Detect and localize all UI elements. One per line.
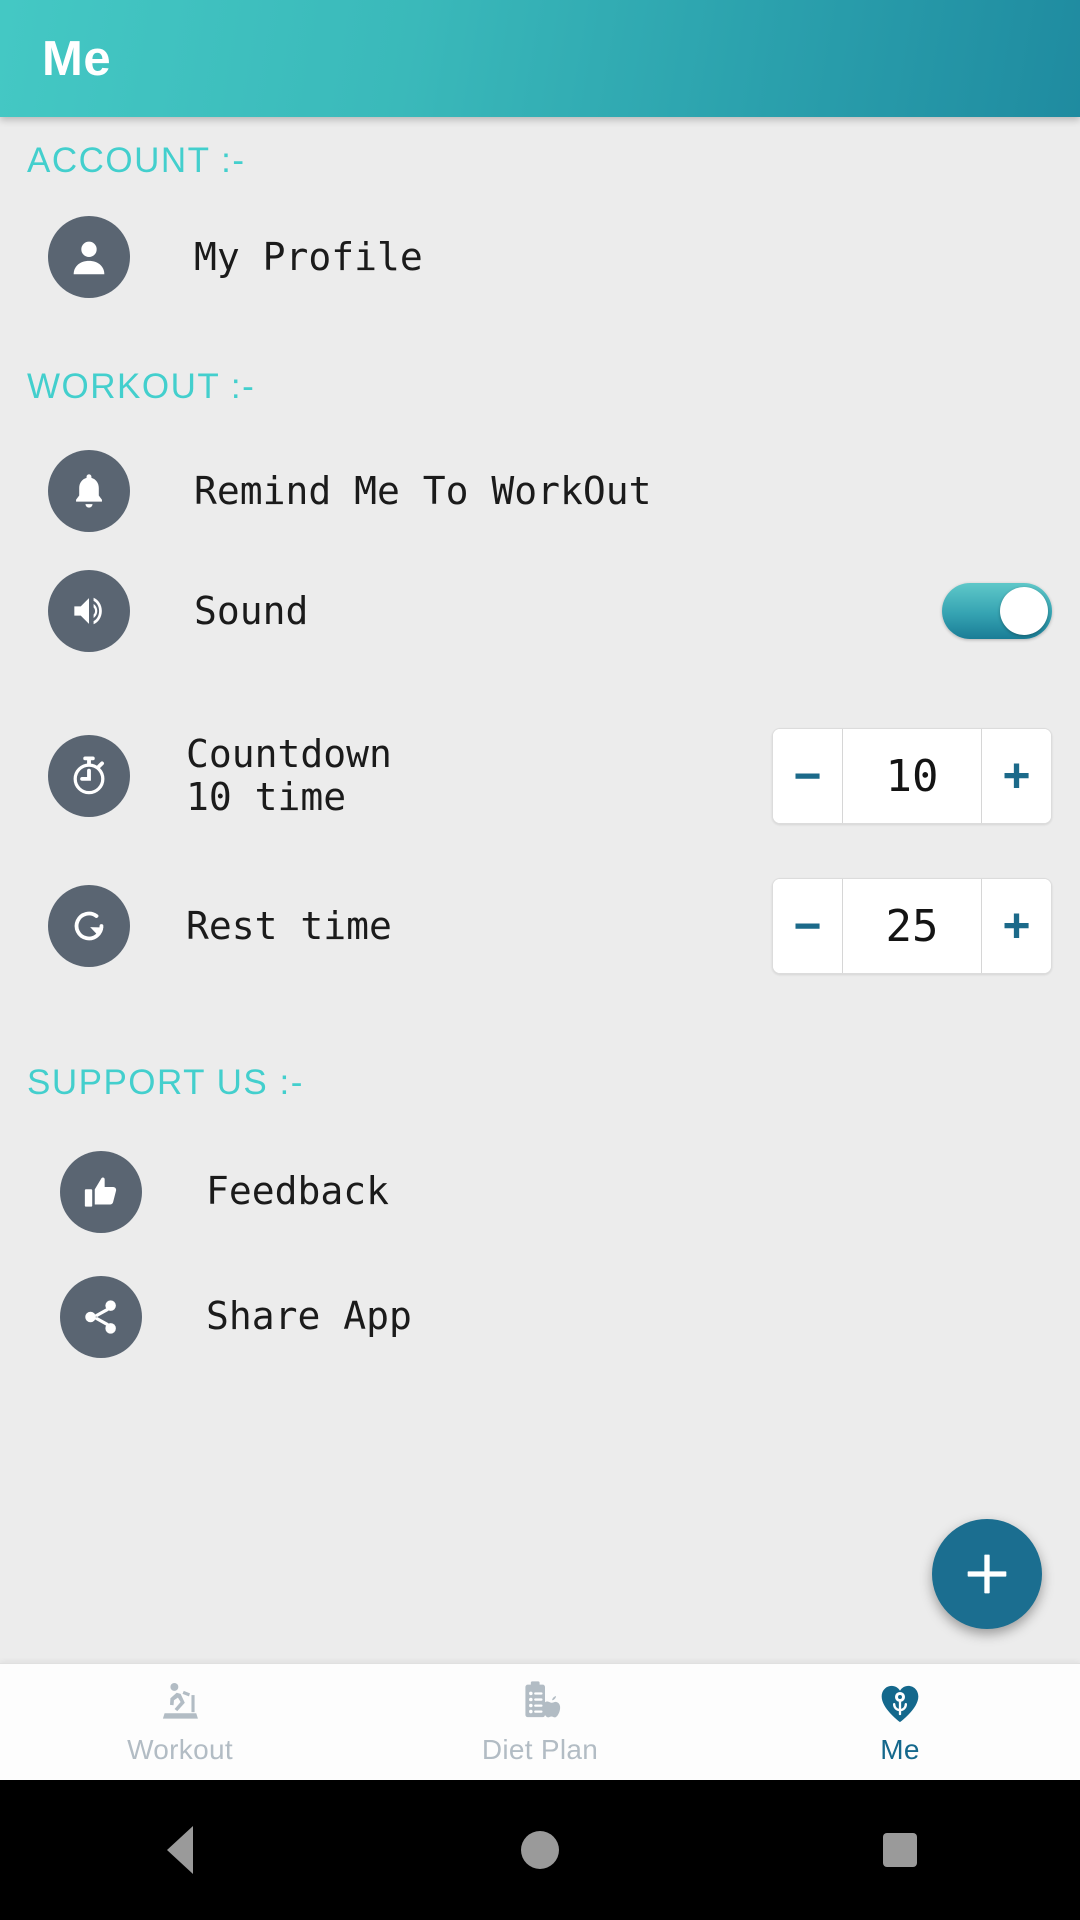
- countdown-value: 10: [843, 729, 981, 823]
- app-bar: Me: [0, 0, 1080, 117]
- refresh-icon: [48, 885, 130, 967]
- toggle-knob: [1000, 587, 1048, 635]
- rest-time-stepper[interactable]: − 25 +: [772, 878, 1052, 974]
- row-label-sound: Sound: [194, 588, 309, 633]
- speaker-icon: [48, 570, 130, 652]
- back-icon: [167, 1826, 193, 1874]
- share-icon: [60, 1275, 142, 1358]
- row-rest-time[interactable]: Rest time − 25 +: [0, 851, 1080, 1001]
- countdown-increment-button[interactable]: +: [981, 729, 1051, 823]
- system-recents-button[interactable]: [720, 1833, 1080, 1867]
- stopwatch-icon: [48, 735, 130, 817]
- row-label-remind: Remind Me To WorkOut: [194, 468, 652, 513]
- row-label-share-app: Share App: [206, 1294, 412, 1339]
- app-root: Me ACCOUNT :- My Profile WORKOUT :- Remi…: [0, 0, 1080, 1920]
- row-countdown[interactable]: Countdown 10 time − 10 +: [0, 701, 1080, 851]
- row-sound[interactable]: Sound: [0, 551, 1080, 671]
- rest-time-decrement-button[interactable]: −: [773, 879, 843, 973]
- home-icon: [521, 1831, 559, 1869]
- android-system-nav-bar: [0, 1780, 1080, 1920]
- nav-label-me: Me: [880, 1734, 920, 1765]
- nav-label-diet-plan: Diet Plan: [481, 1734, 599, 1765]
- section-header-workout: WORKOUT :-: [27, 367, 256, 406]
- treadmill-icon: [162, 1683, 198, 1719]
- nav-tab-me[interactable]: Me: [720, 1664, 1080, 1780]
- settings-scroll-area: ACCOUNT :- My Profile WORKOUT :- Remind …: [0, 117, 1080, 1663]
- section-header-support-us: SUPPORT US :-: [27, 1063, 304, 1102]
- countdown-decrement-button[interactable]: −: [773, 729, 843, 823]
- row-label-countdown: Countdown 10 time: [186, 732, 392, 819]
- row-feedback[interactable]: Feedback: [0, 1129, 1080, 1254]
- row-share-app[interactable]: Share App: [0, 1254, 1080, 1379]
- nav-tab-workout[interactable]: Workout: [0, 1664, 360, 1780]
- row-label-feedback: Feedback: [206, 1169, 390, 1214]
- row-my-profile[interactable]: My Profile: [0, 197, 1080, 317]
- page-title: Me: [42, 31, 112, 86]
- bottom-navigation: Workout Diet Plan Me: [0, 1663, 1080, 1780]
- rest-time-value: 25: [843, 879, 981, 973]
- rest-time-increment-button[interactable]: +: [981, 879, 1051, 973]
- row-label-rest-time: Rest time: [186, 903, 392, 948]
- add-button-fab[interactable]: [932, 1519, 1042, 1629]
- sound-toggle[interactable]: [942, 583, 1052, 639]
- recents-icon: [883, 1833, 917, 1867]
- bell-icon: [48, 450, 130, 532]
- nav-tab-diet-plan[interactable]: Diet Plan: [360, 1664, 720, 1780]
- row-label-my-profile: My Profile: [194, 234, 423, 279]
- section-header-account: ACCOUNT :-: [27, 141, 246, 180]
- countdown-stepper[interactable]: − 10 +: [772, 728, 1052, 824]
- system-home-button[interactable]: [360, 1831, 720, 1869]
- clipboard-apple-icon: [525, 1681, 561, 1718]
- row-remind-me-to-workout[interactable]: Remind Me To WorkOut: [0, 431, 1080, 551]
- plus-icon: [967, 1554, 1007, 1594]
- system-back-button[interactable]: [0, 1826, 360, 1874]
- heart-person-icon: [881, 1685, 919, 1723]
- nav-label-workout: Workout: [127, 1734, 233, 1765]
- thumbs-up-icon: [60, 1150, 142, 1233]
- person-icon: [48, 216, 130, 298]
